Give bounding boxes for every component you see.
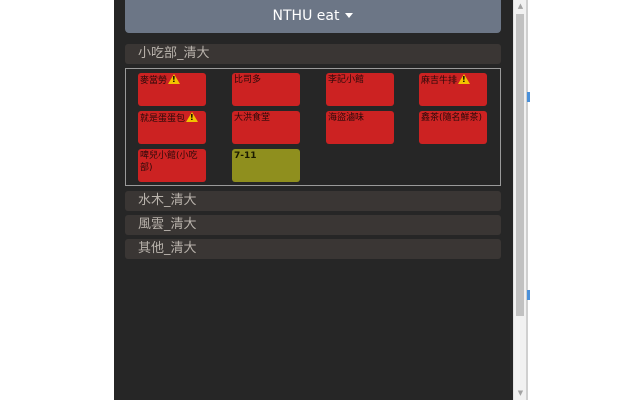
shop-name: 麻吉牛排 bbox=[421, 76, 458, 86]
shop-name: 大洪食堂 bbox=[234, 113, 271, 123]
shop-tile[interactable]: 啤兒小館(小吃部) bbox=[138, 149, 206, 182]
background-page-marker bbox=[527, 290, 530, 300]
shop-tile[interactable]: 李記小館 bbox=[326, 73, 394, 106]
shop-name: 就是蛋蛋包 bbox=[140, 114, 186, 124]
vertical-scrollbar[interactable]: ▲ ▼ bbox=[513, 0, 526, 400]
shop-panel: 麥當勞 比司多 李記小館 麻吉牛排 就是蛋蛋包 大洪食堂 海盜滷味 鑫茶(隨名鮮… bbox=[125, 68, 501, 186]
shop-name: 啤兒小館(小吃部) bbox=[140, 151, 198, 173]
app-header-dropdown[interactable]: NTHU eat bbox=[125, 0, 501, 33]
shop-tile[interactable]: 大洪食堂 bbox=[232, 111, 300, 144]
category-header-other[interactable]: 其他_清大 bbox=[125, 239, 501, 259]
background-page-marker bbox=[527, 92, 530, 102]
shop-name: 海盜滷味 bbox=[328, 113, 365, 123]
shop-tile[interactable]: 7-11 bbox=[232, 149, 300, 182]
background-page-edge bbox=[526, 0, 528, 400]
shop-tile[interactable]: 麻吉牛排 bbox=[419, 73, 487, 106]
shop-name: 麥當勞 bbox=[140, 76, 168, 86]
shop-tile[interactable]: 比司多 bbox=[232, 73, 300, 106]
warning-icon bbox=[458, 74, 471, 84]
shop-name: 李記小館 bbox=[328, 75, 365, 85]
shop-tile[interactable]: 海盜滷味 bbox=[326, 111, 394, 144]
category-header-snack-bar[interactable]: 小吃部_清大 bbox=[125, 44, 501, 64]
warning-icon bbox=[186, 112, 199, 122]
category-header-fengyun[interactable]: 風雲_清大 bbox=[125, 215, 501, 235]
shop-name: 鑫茶(隨名鮮茶) bbox=[421, 113, 483, 123]
shop-tile[interactable]: 鑫茶(隨名鮮茶) bbox=[419, 111, 487, 144]
warning-icon bbox=[168, 74, 181, 84]
shop-tile[interactable]: 麥當勞 bbox=[138, 73, 206, 106]
caret-down-icon bbox=[345, 13, 354, 18]
category-header-shuimu[interactable]: 水木_清大 bbox=[125, 191, 501, 211]
app-title: NTHU eat bbox=[272, 8, 340, 24]
shop-name: 比司多 bbox=[234, 75, 262, 85]
shop-tile[interactable]: 就是蛋蛋包 bbox=[138, 111, 206, 144]
shop-name: 7-11 bbox=[234, 151, 257, 161]
scrollbar-thumb[interactable] bbox=[516, 14, 524, 316]
